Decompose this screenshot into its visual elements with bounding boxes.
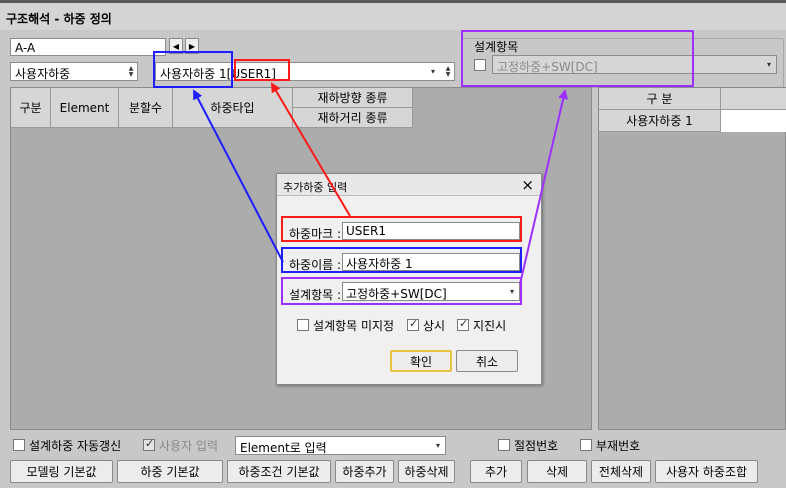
node-number-checkbox[interactable] bbox=[498, 439, 510, 451]
add-button[interactable]: 추가 bbox=[470, 460, 522, 483]
user-input-label: 사용자 입력 bbox=[159, 439, 219, 453]
arrow-red-icon bbox=[270, 82, 351, 217]
delete-all-button[interactable]: 전체삭제 bbox=[591, 460, 651, 483]
add-load-button[interactable]: 하중추가 bbox=[335, 460, 394, 483]
input-mode-value: Element로 입력 bbox=[240, 441, 327, 455]
user-input-checkbox[interactable] bbox=[143, 437, 155, 451]
load-condition-default-button[interactable]: 하중조건 기본값 bbox=[227, 460, 331, 483]
chevron-down-icon: ▾ bbox=[435, 441, 440, 450]
arrow-blue-icon bbox=[193, 89, 284, 263]
member-number-label: 부재번호 bbox=[596, 439, 641, 453]
auto-update-checkbox[interactable] bbox=[13, 439, 25, 451]
annotation-arrows bbox=[193, 82, 569, 285]
user-load-combination-button[interactable]: 사용자 하중조합 bbox=[655, 460, 758, 483]
load-default-button[interactable]: 하중 기본값 bbox=[117, 460, 223, 483]
node-number-label: 절점번호 bbox=[514, 439, 559, 453]
member-number-checkbox[interactable] bbox=[580, 439, 592, 451]
input-mode-combo[interactable]: Element로 입력 ▾ bbox=[235, 436, 446, 455]
modeling-default-button[interactable]: 모델링 기본값 bbox=[10, 460, 113, 483]
arrow-purple-icon bbox=[519, 89, 569, 285]
delete-load-button[interactable]: 하중삭제 bbox=[398, 460, 455, 483]
auto-update-label: 설계하중 자동갱신 bbox=[29, 439, 122, 453]
delete-button[interactable]: 삭제 bbox=[527, 460, 587, 483]
